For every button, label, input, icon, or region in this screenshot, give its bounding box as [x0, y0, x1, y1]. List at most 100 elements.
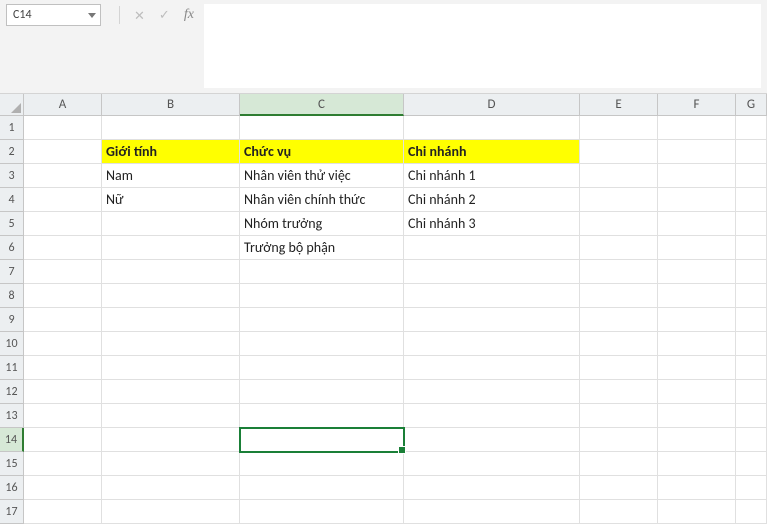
row-header-16[interactable]: 16: [0, 476, 24, 500]
row-header-8[interactable]: 8: [0, 284, 24, 308]
cell-A4[interactable]: [24, 188, 102, 212]
cell-C9[interactable]: [240, 308, 404, 332]
row-header-5[interactable]: 5: [0, 212, 24, 236]
cell-A16[interactable]: [24, 476, 102, 500]
cell-G13[interactable]: [736, 404, 767, 428]
cell-G2[interactable]: [736, 140, 767, 164]
cell-D4[interactable]: Chi nhánh 2: [404, 188, 580, 212]
cell-D14[interactable]: [404, 428, 580, 452]
row-header-2[interactable]: 2: [0, 140, 24, 164]
cell-F14[interactable]: [658, 428, 736, 452]
cell-B7[interactable]: [102, 260, 240, 284]
cell-D10[interactable]: [404, 332, 580, 356]
cell-G16[interactable]: [736, 476, 767, 500]
cell-C7[interactable]: [240, 260, 404, 284]
cell-C14[interactable]: [240, 428, 404, 452]
cell-G1[interactable]: [736, 116, 767, 140]
cell-G17[interactable]: [736, 500, 767, 524]
cell-F9[interactable]: [658, 308, 736, 332]
cell-C5[interactable]: Nhóm trưởng: [240, 212, 404, 236]
cell-A9[interactable]: [24, 308, 102, 332]
cell-A17[interactable]: [24, 500, 102, 524]
cell-F1[interactable]: [658, 116, 736, 140]
cell-C15[interactable]: [240, 452, 404, 476]
cell-G7[interactable]: [736, 260, 767, 284]
fx-icon[interactable]: fx: [184, 8, 194, 22]
cell-D12[interactable]: [404, 380, 580, 404]
row-header-13[interactable]: 13: [0, 404, 24, 428]
cell-C16[interactable]: [240, 476, 404, 500]
cell-C10[interactable]: [240, 332, 404, 356]
cell-A3[interactable]: [24, 164, 102, 188]
cell-G8[interactable]: [736, 284, 767, 308]
column-header-A[interactable]: A: [24, 94, 102, 116]
cell-G4[interactable]: [736, 188, 767, 212]
row-header-10[interactable]: 10: [0, 332, 24, 356]
cell-B8[interactable]: [102, 284, 240, 308]
cell-C13[interactable]: [240, 404, 404, 428]
cell-F8[interactable]: [658, 284, 736, 308]
cell-A5[interactable]: [24, 212, 102, 236]
cell-D11[interactable]: [404, 356, 580, 380]
cell-B15[interactable]: [102, 452, 240, 476]
enter-icon[interactable]: ✓: [159, 9, 170, 22]
row-header-17[interactable]: 17: [0, 500, 24, 524]
cell-B13[interactable]: [102, 404, 240, 428]
cancel-icon[interactable]: ✕: [134, 9, 145, 22]
row-header-1[interactable]: 1: [0, 116, 24, 140]
cell-E2[interactable]: [580, 140, 658, 164]
row-header-3[interactable]: 3: [0, 164, 24, 188]
column-header-E[interactable]: E: [580, 94, 658, 116]
cell-C4[interactable]: Nhân viên chính thức: [240, 188, 404, 212]
cell-D2[interactable]: Chi nhánh: [404, 140, 580, 164]
cell-A7[interactable]: [24, 260, 102, 284]
cell-B16[interactable]: [102, 476, 240, 500]
cell-B14[interactable]: [102, 428, 240, 452]
cell-F11[interactable]: [658, 356, 736, 380]
row-header-15[interactable]: 15: [0, 452, 24, 476]
cell-E7[interactable]: [580, 260, 658, 284]
cell-E8[interactable]: [580, 284, 658, 308]
cell-E10[interactable]: [580, 332, 658, 356]
cell-F6[interactable]: [658, 236, 736, 260]
row-header-12[interactable]: 12: [0, 380, 24, 404]
cell-C17[interactable]: [240, 500, 404, 524]
cells-region[interactable]: Giới tínhChức vụChi nhánhNamNhân viên th…: [24, 116, 767, 524]
column-header-D[interactable]: D: [404, 94, 580, 116]
cell-A10[interactable]: [24, 332, 102, 356]
cell-E9[interactable]: [580, 308, 658, 332]
cell-E13[interactable]: [580, 404, 658, 428]
cell-F7[interactable]: [658, 260, 736, 284]
cell-A13[interactable]: [24, 404, 102, 428]
cell-F5[interactable]: [658, 212, 736, 236]
cell-E12[interactable]: [580, 380, 658, 404]
cell-E6[interactable]: [580, 236, 658, 260]
cell-E3[interactable]: [580, 164, 658, 188]
cell-D13[interactable]: [404, 404, 580, 428]
cell-E11[interactable]: [580, 356, 658, 380]
dropdown-icon[interactable]: [88, 13, 96, 18]
row-header-9[interactable]: 9: [0, 308, 24, 332]
cell-C3[interactable]: Nhân viên thử việc: [240, 164, 404, 188]
cell-A8[interactable]: [24, 284, 102, 308]
cell-D7[interactable]: [404, 260, 580, 284]
cell-B11[interactable]: [102, 356, 240, 380]
cell-F15[interactable]: [658, 452, 736, 476]
cell-D16[interactable]: [404, 476, 580, 500]
cell-D3[interactable]: Chi nhánh 1: [404, 164, 580, 188]
cell-G12[interactable]: [736, 380, 767, 404]
cell-C12[interactable]: [240, 380, 404, 404]
cell-E1[interactable]: [580, 116, 658, 140]
cell-E17[interactable]: [580, 500, 658, 524]
row-header-6[interactable]: 6: [0, 236, 24, 260]
cell-G5[interactable]: [736, 212, 767, 236]
cell-E15[interactable]: [580, 452, 658, 476]
select-all-corner[interactable]: [0, 94, 24, 116]
cell-D8[interactable]: [404, 284, 580, 308]
cell-G14[interactable]: [736, 428, 767, 452]
cell-A12[interactable]: [24, 380, 102, 404]
column-header-C[interactable]: C: [240, 94, 404, 116]
cell-F3[interactable]: [658, 164, 736, 188]
cell-B9[interactable]: [102, 308, 240, 332]
cell-F17[interactable]: [658, 500, 736, 524]
